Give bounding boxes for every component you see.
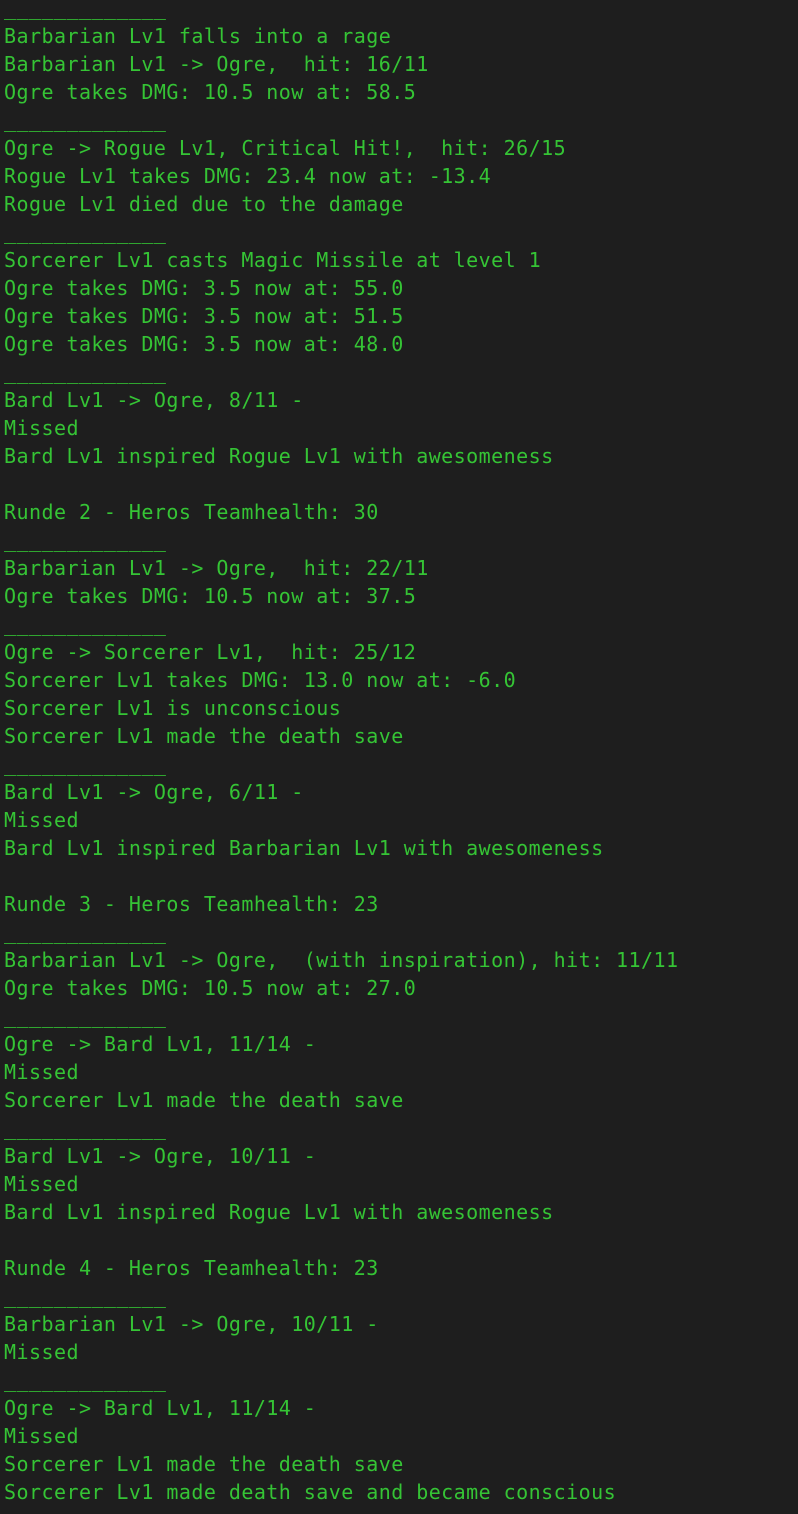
round-header: Runde 2 - Heros Teamhealth: 30 (4, 500, 379, 524)
log-line: Ogre -> Bard Lv1, 11/14 - (4, 1032, 317, 1056)
separator-line: _____________ (4, 220, 167, 244)
log-line: Sorcerer Lv1 is unconscious (4, 696, 342, 720)
log-line: Ogre takes DMG: 10.5 now at: 58.5 (4, 80, 417, 104)
separator-line: _____________ (4, 752, 167, 776)
separator-line: _____________ (4, 1368, 167, 1392)
log-line: Rogue Lv1 takes DMG: 23.4 now at: -13.4 (4, 164, 492, 188)
log-line: Ogre -> Bard Lv1, 11/14 - (4, 1396, 317, 1420)
log-line: Missed (4, 1340, 79, 1364)
log-line: Missed (4, 1424, 79, 1448)
separator-line: _____________ (4, 1116, 167, 1140)
log-line: Ogre takes DMG: 10.5 now at: 37.5 (4, 584, 417, 608)
log-line: Barbarian Lv1 falls into a rage (4, 24, 392, 48)
round-header: Runde 4 - Heros Teamhealth: 23 (4, 1256, 379, 1280)
log-line: Barbarian Lv1 -> Ogre, 10/11 - (4, 1312, 379, 1336)
log-line: Bard Lv1 -> Ogre, 6/11 - (4, 780, 304, 804)
log-line: Rogue Lv1 died due to the damage (4, 192, 404, 216)
log-line: Bard Lv1 -> Ogre, 8/11 - (4, 388, 304, 412)
log-line: Ogre -> Sorcerer Lv1, hit: 25/12 (4, 640, 417, 664)
terminal-output[interactable]: _____________ Barbarian Lv1 falls into a … (0, 0, 798, 1514)
separator-line: _____________ (4, 920, 167, 944)
log-line: Ogre takes DMG: 3.5 now at: 48.0 (4, 332, 404, 356)
log-line: Ogre takes DMG: 10.5 now at: 27.0 (4, 976, 417, 1000)
log-line: Barbarian Lv1 -> Ogre, (with inspiration… (4, 948, 679, 972)
separator-line: _____________ (4, 0, 167, 20)
log-line: Barbarian Lv1 -> Ogre, hit: 22/11 (4, 556, 429, 580)
log-line: Bard Lv1 inspired Barbarian Lv1 with awe… (4, 836, 604, 860)
log-line: Bard Lv1 -> Ogre, 10/11 - (4, 1144, 317, 1168)
separator-line: _____________ (4, 360, 167, 384)
log-line: Missed (4, 416, 79, 440)
log-line: Sorcerer Lv1 made the death save (4, 1088, 404, 1112)
log-line: Ogre -> Rogue Lv1, Critical Hit!, hit: 2… (4, 136, 567, 160)
log-line: Ogre takes DMG: 3.5 now at: 51.5 (4, 304, 404, 328)
log-line: Missed (4, 1172, 79, 1196)
round-header: Runde 3 - Heros Teamhealth: 23 (4, 892, 379, 916)
log-line: Sorcerer Lv1 made the death save (4, 724, 404, 748)
separator-line: _____________ (4, 1004, 167, 1028)
log-line: Ogre takes DMG: 3.5 now at: 55.0 (4, 276, 404, 300)
log-line: Barbarian Lv1 -> Ogre, hit: 16/11 (4, 52, 429, 76)
log-line: Bard Lv1 inspired Rogue Lv1 with awesome… (4, 1200, 554, 1224)
log-line: Sorcerer Lv1 casts Magic Missile at leve… (4, 248, 542, 272)
separator-line: _____________ (4, 528, 167, 552)
log-line: Sorcerer Lv1 takes DMG: 13.0 now at: -6.… (4, 668, 517, 692)
log-line: Missed (4, 808, 79, 832)
separator-line: _____________ (4, 612, 167, 636)
separator-line: _____________ (4, 1284, 167, 1308)
log-line: Sorcerer Lv1 made death save and became … (4, 1480, 617, 1504)
log-line: Sorcerer Lv1 made the death save (4, 1452, 404, 1476)
log-line: Bard Lv1 inspired Rogue Lv1 with awesome… (4, 444, 554, 468)
separator-line: _____________ (4, 108, 167, 132)
log-line: Missed (4, 1060, 79, 1084)
